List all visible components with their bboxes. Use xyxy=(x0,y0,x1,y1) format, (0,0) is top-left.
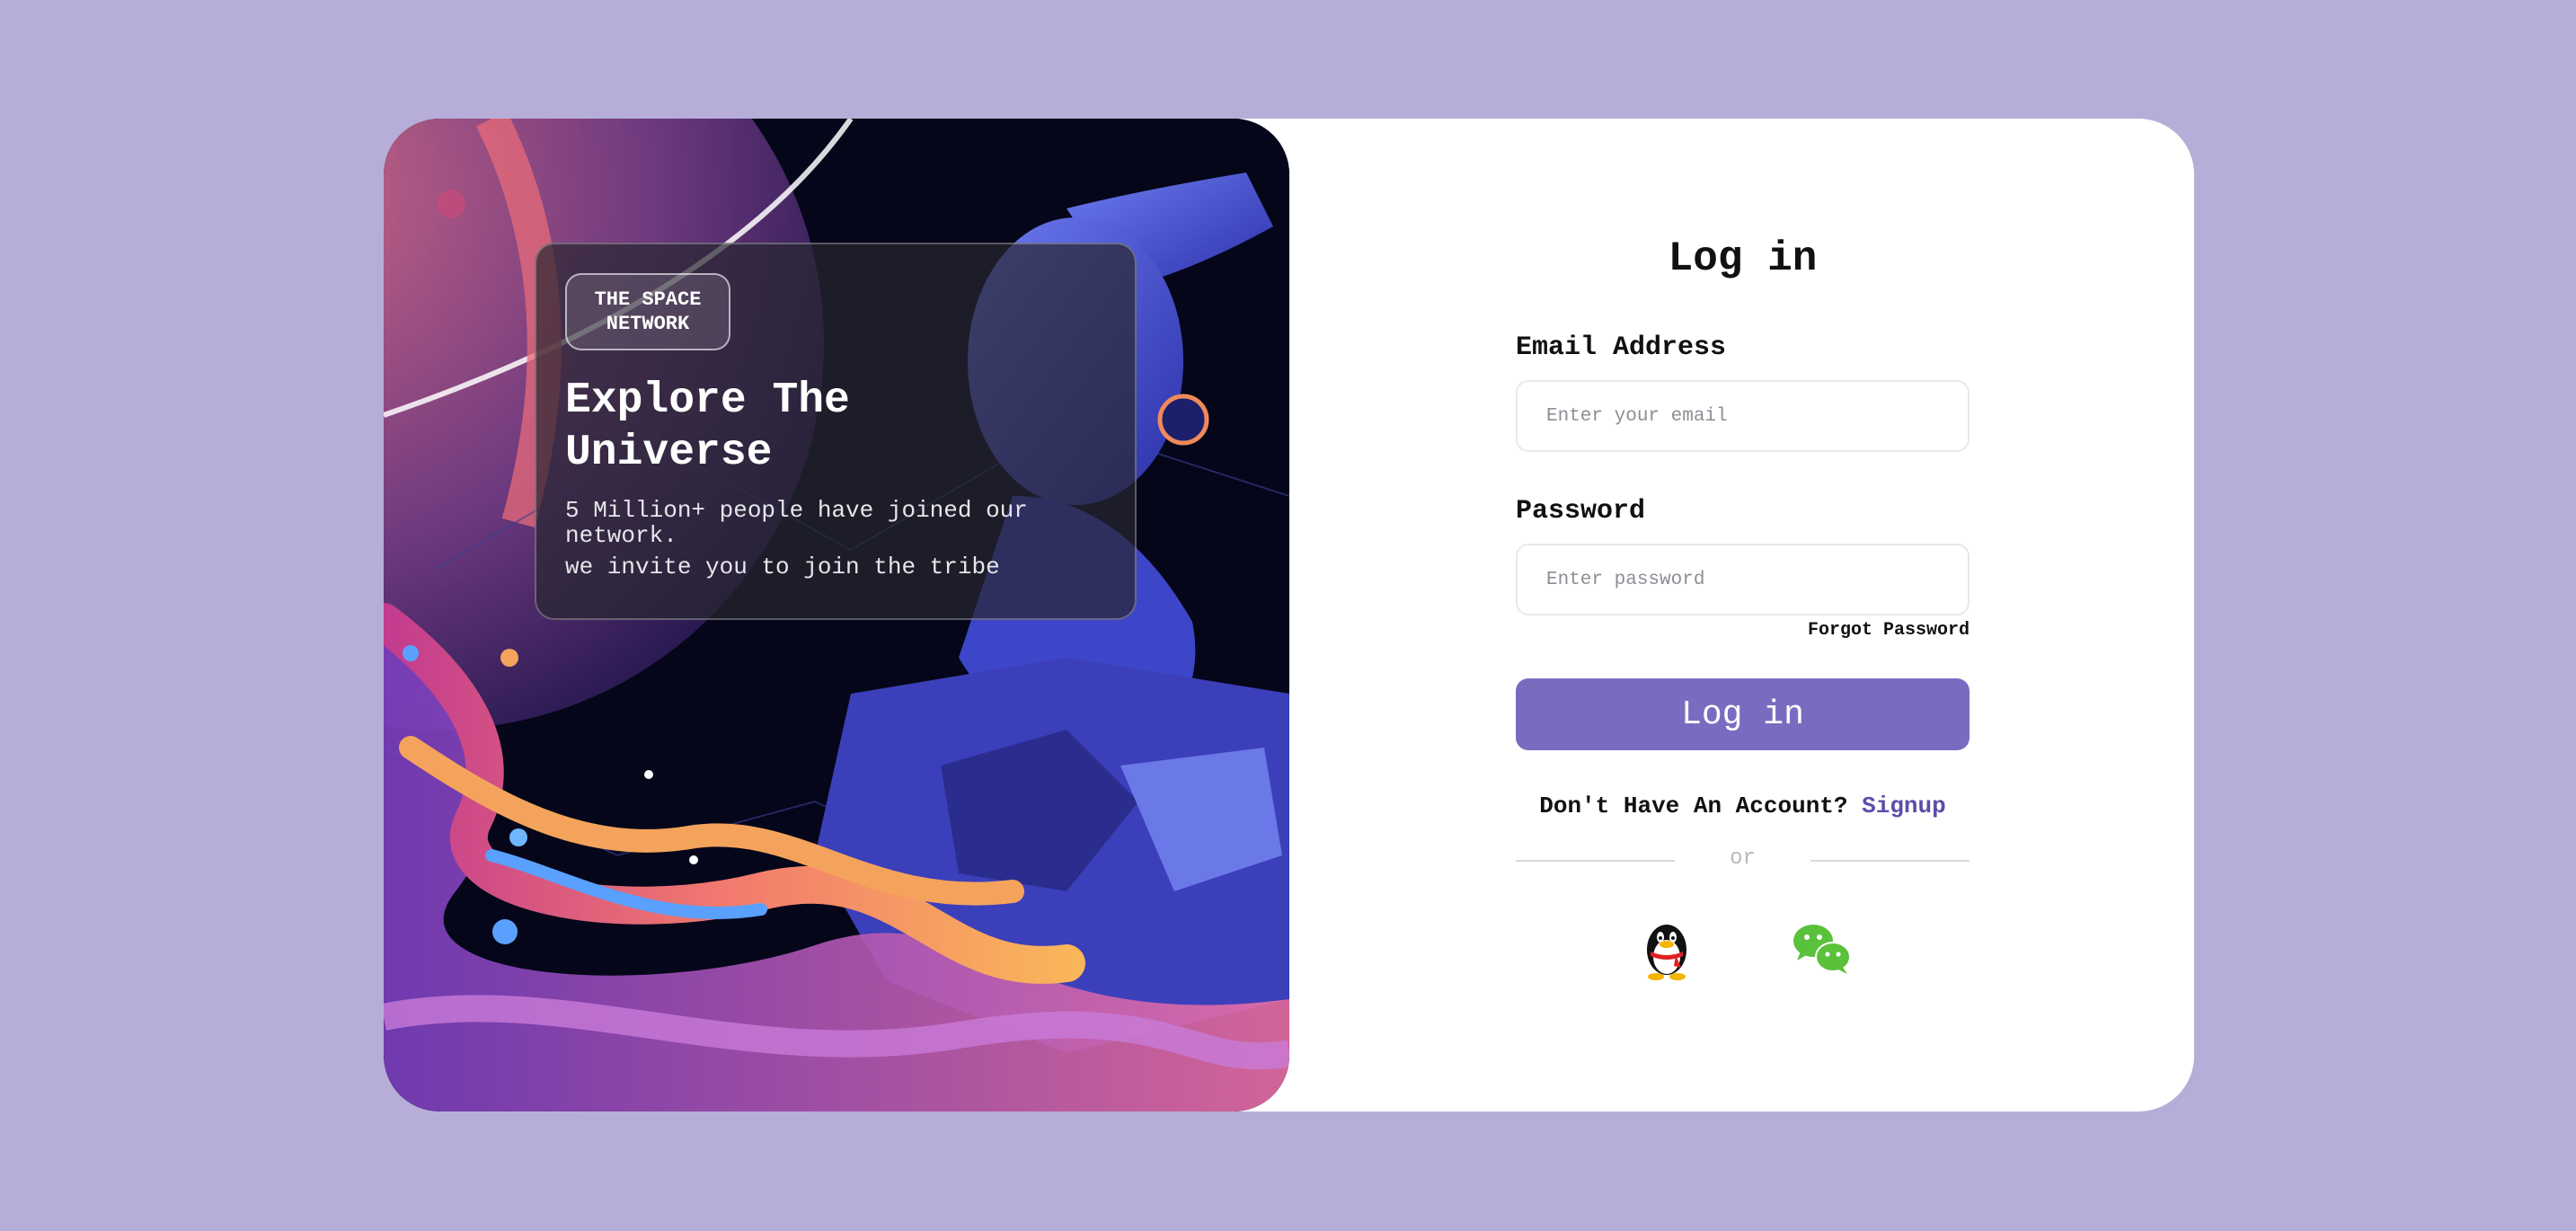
password-label: Password xyxy=(1516,496,1646,527)
wechat-icon xyxy=(1793,925,1851,974)
divider-line-right xyxy=(1810,860,1970,862)
email-label: Email Address xyxy=(1516,332,1727,363)
hero-panel: THE SPACE NETWORK Explore The Universe 5… xyxy=(384,119,1289,1111)
login-button[interactable]: Log in xyxy=(1516,678,1970,750)
login-form: Log in Email Address Password Forgot Pas… xyxy=(1516,119,1970,1111)
hero-invite-text: we invite you to join the tribe xyxy=(565,554,1000,580)
wechat-login-button[interactable] xyxy=(1788,914,1856,982)
hero-subtitle: 5 Million+ people have joined our networ… xyxy=(565,497,1028,549)
hero-glass-panel: THE SPACE NETWORK Explore The Universe 5… xyxy=(535,243,1137,620)
forgot-password-link[interactable]: Forgot Password xyxy=(1808,620,1970,641)
no-account-text: Don't Have An Account? xyxy=(1539,793,1848,819)
email-field[interactable] xyxy=(1516,380,1970,452)
signup-prompt: Don't Have An Account? Signup xyxy=(1516,793,1970,819)
form-title: Log in xyxy=(1668,235,1818,282)
divider-or-text: or xyxy=(1730,846,1756,871)
signup-link[interactable]: Signup xyxy=(1862,793,1946,819)
login-card: THE SPACE NETWORK Explore The Universe 5… xyxy=(384,119,2194,1111)
qq-login-button[interactable] xyxy=(1633,914,1701,982)
brand-badge: THE SPACE NETWORK xyxy=(565,273,730,350)
qq-penguin-icon xyxy=(1647,925,1686,980)
password-field[interactable] xyxy=(1516,544,1970,616)
hero-title: Explore The Universe xyxy=(565,376,850,477)
